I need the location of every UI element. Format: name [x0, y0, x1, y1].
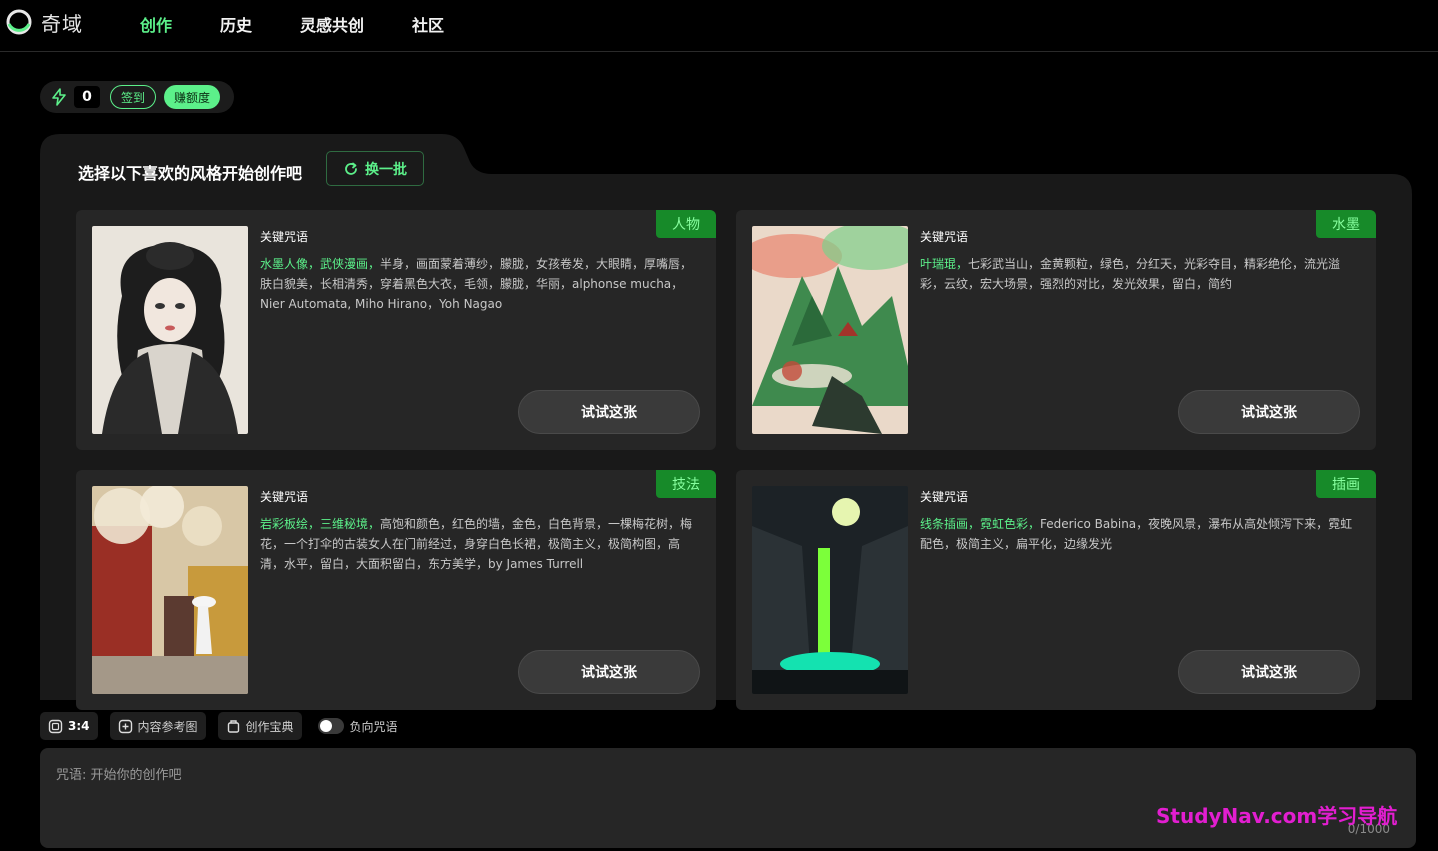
ratio-icon [48, 719, 63, 733]
creation-guide-label: 创作宝典 [245, 719, 294, 734]
nav-history[interactable]: 历史 [220, 12, 252, 36]
style-thumbnail-waterfall [752, 486, 908, 694]
brand-logo[interactable]: 奇域 [6, 8, 83, 36]
aspect-ratio-value: 3:4 [68, 719, 90, 733]
keyword-label: 关键咒语 [260, 490, 309, 504]
style-card[interactable]: 关键咒语 叶瑞琨，七彩武当山，金黄颗粒，绿色，分红天，光彩夺目，精彩绝伦，流光溢… [736, 210, 1376, 450]
keyword-body: 七彩武当山，金黄颗粒，绿色，分红天，光彩夺目，精彩绝伦，流光溢彩，云纹，宏大场景… [920, 257, 1341, 291]
nav-create[interactable]: 创作 [140, 12, 172, 36]
reference-image-label: 内容参考图 [137, 719, 198, 734]
book-icon [227, 719, 239, 733]
aspect-ratio-button[interactable]: 3:4 [40, 712, 98, 740]
try-this-button[interactable]: 试试这张 [518, 390, 700, 434]
keyword-text: 线条插画，霓虹色彩，Federico Babina，夜晚风景，瀑布从高处倾泻下来… [920, 514, 1356, 554]
brand-name: 奇域 [41, 11, 83, 36]
plus-icon [118, 719, 132, 733]
category-tag: 人物 [656, 210, 716, 238]
style-card[interactable]: 关键咒语 水墨人像，武侠漫画，半身，画面蒙着薄纱，朦胧，女孩卷发，大眼睛，厚嘴唇… [76, 210, 716, 450]
reference-image-button[interactable]: 内容参考图 [109, 712, 206, 740]
keyword-label: 关键咒语 [260, 230, 309, 244]
style-thumbnail-plum-blossom [92, 486, 248, 694]
watermark: StudyNav.com学习导航 [1156, 804, 1398, 828]
keyword-text: 叶瑞琨，七彩武当山，金黄颗粒，绿色，分红天，光彩夺目，精彩绝伦，流光溢彩，云纹，… [920, 254, 1356, 294]
keyword-highlight: 线条插画，霓虹色彩， [920, 517, 1041, 531]
try-this-button[interactable]: 试试这张 [518, 650, 700, 694]
category-tag: 水墨 [1316, 210, 1376, 238]
panel-title: 选择以下喜欢的风格开始创作吧 [78, 164, 303, 183]
keyword-label: 关键咒语 [920, 230, 969, 244]
negative-prompt-label: 负向咒语 [349, 719, 398, 734]
toggle-switch[interactable] [317, 718, 344, 734]
keyword-text: 水墨人像，武侠漫画，半身，画面蒙着薄纱，朦胧，女孩卷发，大眼睛，厚嘴唇，肤白貌美… [260, 254, 696, 314]
keyword-label: 关键咒语 [920, 490, 969, 504]
earn-credits-button[interactable]: 赚额度 [164, 85, 221, 109]
prompt-input[interactable] [40, 748, 1416, 848]
refresh-batch-button[interactable]: 换一批 [326, 151, 424, 186]
credit-bar: 0 签到 赚额度 [40, 81, 234, 113]
nav-community[interactable]: 社区 [412, 12, 444, 36]
credit-count: 0 [74, 86, 100, 108]
try-this-button[interactable]: 试试这张 [1178, 650, 1360, 694]
style-thumbnail-portrait [92, 226, 248, 434]
prompt-toolbar: 3:4 内容参考图 创作宝典 负向咒语 [40, 712, 398, 740]
keyword-highlight: 叶瑞琨， [920, 257, 969, 271]
prompt-box: 0/1000 [40, 748, 1416, 848]
style-card[interactable]: 关键咒语 线条插画，霓虹色彩，Federico Babina，夜晚风景，瀑布从高… [736, 470, 1376, 710]
refresh-label: 换一批 [365, 161, 407, 178]
nav-inspiration[interactable]: 灵感共创 [300, 12, 364, 36]
keyword-text: 岩彩板绘，三维秘境，高饱和颜色，红色的墙，金色，白色背景，一棵梅花树，梅花，一个… [260, 514, 696, 574]
lightning-icon [52, 88, 66, 106]
logo-mark-icon [6, 9, 32, 35]
style-thumbnail-landscape [752, 226, 908, 434]
try-this-button[interactable]: 试试这张 [1178, 390, 1360, 434]
negative-prompt-toggle[interactable]: 负向咒语 [317, 712, 398, 740]
refresh-icon [345, 162, 357, 175]
creation-guide-button[interactable]: 创作宝典 [217, 712, 302, 740]
style-panel: 选择以下喜欢的风格开始创作吧 换一批 关键咒语 水墨人像，武侠漫画，半身，画面蒙… [40, 134, 1412, 710]
keyword-highlight: 水墨人像，武侠漫画， [260, 257, 381, 271]
checkin-button[interactable]: 签到 [110, 85, 157, 109]
category-tag: 技法 [656, 470, 716, 498]
keyword-highlight: 岩彩板绘，三维秘境， [260, 517, 381, 531]
category-tag: 插画 [1316, 470, 1376, 498]
top-nav: 奇域 创作 历史 灵感共创 社区 [0, 0, 1438, 52]
style-card[interactable]: 关键咒语 岩彩板绘，三维秘境，高饱和颜色，红色的墙，金色，白色背景，一棵梅花树，… [76, 470, 716, 710]
